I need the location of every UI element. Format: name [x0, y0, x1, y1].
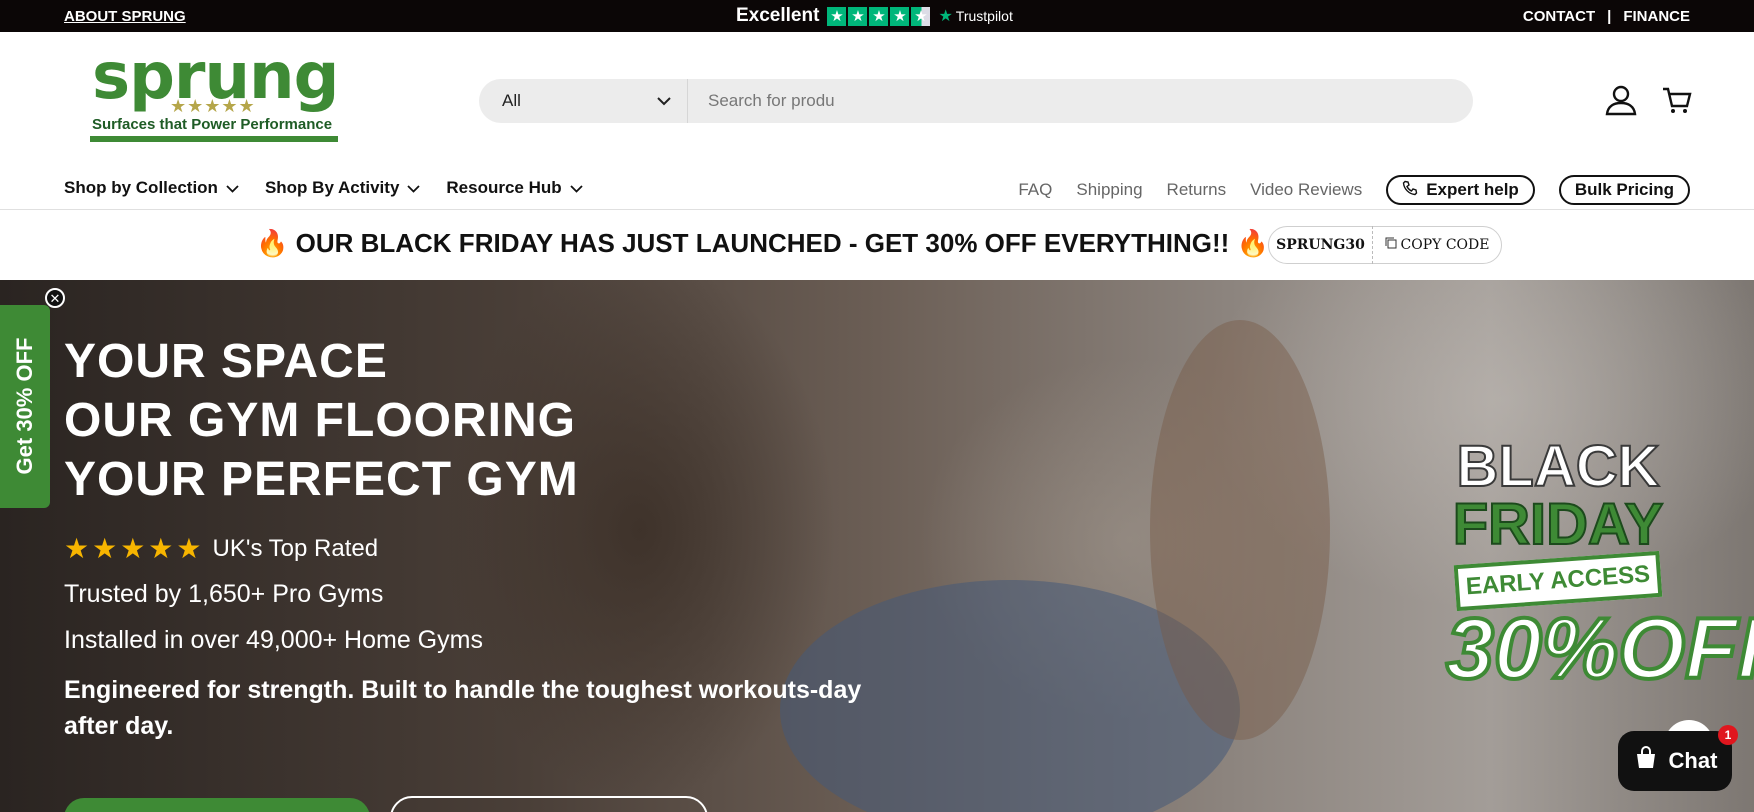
- star-icon: ★: [827, 6, 847, 26]
- copy-code-label: COPY CODE: [1400, 237, 1490, 253]
- chat-bag-icon: [1633, 745, 1659, 777]
- promo-code-box: SPRUNG30 COPY CODE: [1268, 226, 1502, 264]
- nav-label: Shop by Collection: [64, 178, 218, 197]
- discount-side-tab[interactable]: Get 30% OFF: [0, 305, 50, 508]
- black-friday-badge: BLACK FRIDAY EARLY ACCESS 30%OFF: [1444, 434, 1754, 698]
- side-tab-label: Get 30% OFF: [12, 337, 37, 475]
- hero-primary-button[interactable]: [64, 798, 370, 812]
- chat-label: Chat: [1668, 748, 1718, 773]
- promo-code: SPRUNG30: [1269, 226, 1373, 264]
- badge-black: BLACK: [1456, 434, 1661, 499]
- rating-stars-icon: ★★★★★: [64, 533, 205, 564]
- top-bar-links: CONTACT | FINANCE: [1523, 8, 1690, 25]
- hero-photo-detail: [1150, 320, 1330, 740]
- cart-icon[interactable]: [1660, 83, 1694, 117]
- nav-label: Shop By Activity: [264, 178, 400, 197]
- star-icon: ★: [848, 6, 868, 26]
- search-bar: All: [479, 79, 1473, 123]
- top-bar: ABOUT SPRUNG Excellent ★ ★ ★ ★ ★ ★ Trust…: [0, 0, 1754, 32]
- bulk-pricing-button[interactable]: Bulk Pricing: [1558, 175, 1690, 205]
- faq-link[interactable]: FAQ: [1018, 180, 1052, 200]
- about-link[interactable]: ABOUT SPRUNG: [64, 8, 186, 25]
- chevron-down-icon: [226, 181, 239, 196]
- chevron-down-icon: [570, 181, 583, 196]
- expert-help-label: Expert help: [1426, 180, 1519, 199]
- main-nav: Shop by Collection Shop By Activity Reso…: [64, 178, 583, 198]
- hero-secondary-button[interactable]: [390, 796, 708, 812]
- video-reviews-link[interactable]: Video Reviews: [1250, 180, 1362, 200]
- expert-help-button[interactable]: Expert help: [1386, 175, 1535, 205]
- badge-discount: 30%OFF: [1444, 601, 1754, 697]
- trustpilot-widget[interactable]: Excellent ★ ★ ★ ★ ★ ★ Trustpilot: [736, 5, 1013, 27]
- nav-shop-by-activity[interactable]: Shop By Activity: [264, 178, 421, 198]
- badge-friday: FRIDAY: [1452, 492, 1665, 557]
- finance-link[interactable]: FINANCE: [1623, 8, 1690, 25]
- logo-tagline: Surfaces that Power Performance: [92, 116, 333, 133]
- search-category-select[interactable]: All: [479, 79, 688, 123]
- hero-banner: YOUR SPACE OUR GYM FLOORING YOUR PERFECT…: [0, 280, 1754, 812]
- promo-banner: 🔥 OUR BLACK FRIDAY HAS JUST LAUNCHED - G…: [0, 210, 1754, 280]
- sprung-logo[interactable]: sprung ★★★★★ Surfaces that Power Perform…: [90, 40, 339, 144]
- hero-headline-line: YOUR PERFECT GYM: [64, 453, 579, 506]
- trustpilot-rating: Excellent: [736, 5, 820, 26]
- nav-resource-hub[interactable]: Resource Hub: [446, 178, 583, 198]
- copy-code-button[interactable]: COPY CODE: [1373, 237, 1501, 253]
- chat-notification-badge: 1: [1718, 725, 1738, 745]
- nav-label: Resource Hub: [446, 178, 562, 197]
- trustpilot-stars: ★ ★ ★ ★ ★: [827, 6, 931, 26]
- search-category-value: All: [502, 91, 521, 110]
- bulk-pricing-label: Bulk Pricing: [1574, 180, 1674, 199]
- trustpilot-brand: Trustpilot: [955, 8, 1013, 24]
- account-icon[interactable]: [1604, 83, 1638, 117]
- rating-label: UK's Top Rated: [212, 534, 379, 562]
- promo-message: 🔥 OUR BLACK FRIDAY HAS JUST LAUNCHED - G…: [256, 228, 1269, 258]
- trustpilot-star-icon: ★: [938, 8, 953, 25]
- nav-shop-by-collection[interactable]: Shop by Collection: [64, 178, 239, 198]
- star-icon: ★: [869, 6, 889, 26]
- contact-link[interactable]: CONTACT: [1523, 8, 1595, 25]
- hero-trusted: Trusted by 1,650+ Pro Gyms: [64, 580, 384, 608]
- star-icon: ★: [890, 6, 910, 26]
- phone-icon: [1402, 180, 1418, 201]
- logo-stars: ★★★★★: [170, 96, 256, 116]
- hero-headline-line: YOUR SPACE: [64, 335, 388, 388]
- hero-installed: Installed in over 49,000+ Home Gyms: [64, 626, 483, 654]
- shipping-link[interactable]: Shipping: [1076, 180, 1142, 200]
- copy-icon: [1385, 237, 1397, 253]
- half-star-icon: ★: [911, 6, 931, 26]
- hero-engineered: Engineered for strength. Built to handle…: [64, 676, 862, 740]
- close-icon[interactable]: ✕: [45, 288, 65, 308]
- logo-underline: [90, 136, 338, 142]
- returns-link[interactable]: Returns: [1167, 180, 1227, 200]
- hero-headline: YOUR SPACE OUR GYM FLOORING YOUR PERFECT…: [64, 332, 579, 509]
- hero-rating: ★★★★★ UK's Top Rated: [64, 532, 378, 565]
- trustpilot-logo: ★ Trustpilot: [938, 6, 1012, 26]
- secondary-nav: FAQ Shipping Returns Video Reviews Exper…: [1018, 175, 1690, 205]
- hero-headline-line: OUR GYM FLOORING: [64, 394, 576, 447]
- separator: |: [1607, 8, 1612, 25]
- chevron-down-icon: [657, 93, 671, 109]
- chevron-down-icon: [407, 181, 421, 196]
- chat-button[interactable]: Chat: [1618, 731, 1732, 791]
- search-input[interactable]: [688, 79, 1473, 123]
